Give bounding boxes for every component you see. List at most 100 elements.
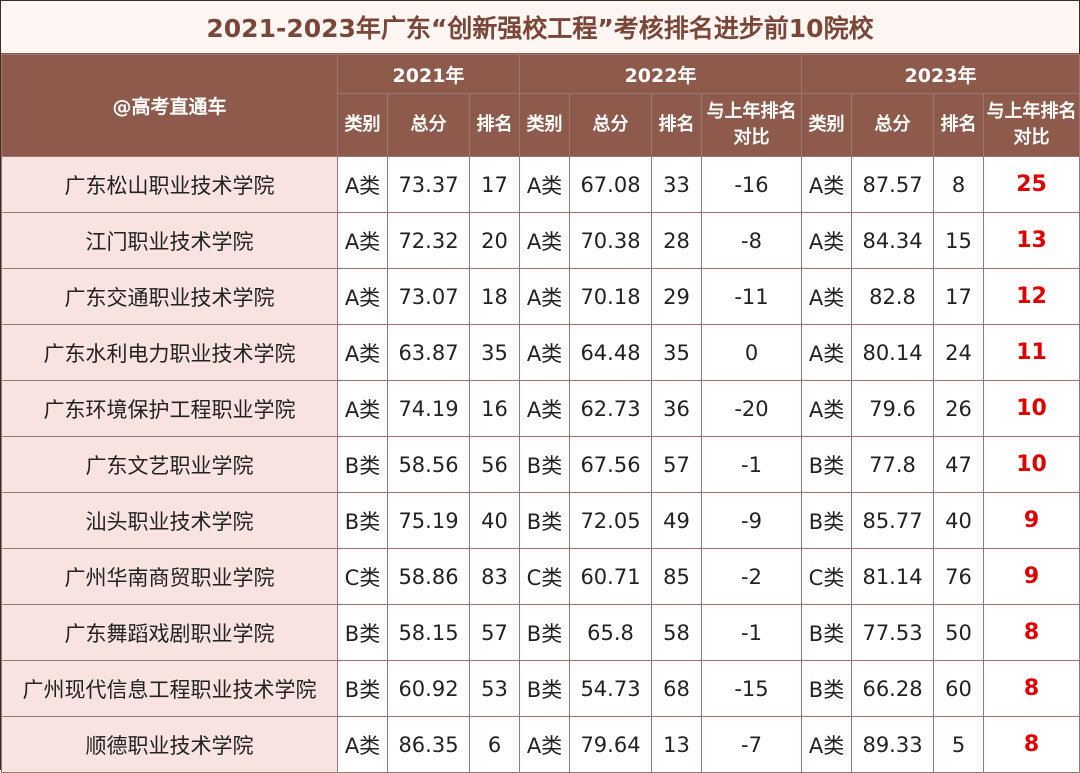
score-2021: 86.35 — [387, 716, 470, 773]
score-2021: 75.19 — [387, 492, 470, 549]
school-name: 广东松山职业技术学院 — [1, 156, 338, 213]
rank-change-2022: -8 — [700, 212, 803, 269]
score-2022: 64.48 — [569, 324, 652, 381]
school-name: 广东文艺职业学院 — [1, 436, 338, 493]
category-2023: A类 — [801, 156, 853, 213]
header-row-years: @高考直通车 2021年 2022年 2023年 — [1, 54, 1080, 157]
rank-2021: 17 — [469, 156, 520, 213]
category-2021: A类 — [337, 268, 388, 325]
score-2022: 65.8 — [569, 604, 652, 661]
rank-change-2022: -1 — [700, 604, 803, 661]
rank-2022: 68 — [651, 660, 702, 717]
rank-change-2023: 10 — [983, 436, 1080, 493]
rank-2022: 35 — [651, 324, 702, 381]
col-category-2023: 类别 — [801, 93, 853, 157]
rank-2023: 76 — [933, 548, 985, 605]
col-rank-2023: 排名 — [933, 93, 985, 157]
category-2023: A类 — [801, 268, 853, 325]
score-2023: 79.6 — [851, 380, 935, 437]
year-2021-header: 2021年 — [337, 54, 520, 94]
table-row: 汕头职业技术学院 B类 75.19 40 B类 72.05 49 -9 B类 85.77 40 9 — [1, 492, 1080, 549]
rank-2022: 58 — [651, 604, 702, 661]
col-rank-2021: 排名 — [469, 93, 520, 157]
rank-change-2023: 13 — [983, 212, 1080, 269]
category-2023: B类 — [801, 436, 853, 493]
category-2022: A类 — [519, 716, 570, 773]
rank-change-2023: 9 — [983, 548, 1080, 605]
score-2022: 70.18 — [569, 268, 652, 325]
school-name: 江门职业技术学院 — [1, 212, 338, 269]
table-body: 广东松山职业技术学院 A类 73.37 17 A类 67.08 33 -16 A类 87.57 8 2… — [1, 156, 1080, 773]
rank-2022: 49 — [651, 492, 702, 549]
rank-2021: 57 — [469, 604, 520, 661]
page-title: 2021-2023年广东“创新强校工程”考核排名进步前10院校 — [1, 1, 1079, 54]
score-2021: 74.19 — [387, 380, 470, 437]
score-2021: 58.15 — [387, 604, 470, 661]
rank-2022: 29 — [651, 268, 702, 325]
rank-change-2023: 11 — [983, 324, 1080, 381]
rank-change-2023: 12 — [983, 268, 1080, 325]
category-2022: A类 — [519, 380, 570, 437]
rank-2021: 35 — [469, 324, 520, 381]
rank-2023: 17 — [933, 268, 985, 325]
score-2023: 87.57 — [851, 156, 935, 213]
category-2021: A类 — [337, 324, 388, 381]
rank-change-2022: 0 — [700, 324, 803, 381]
category-2023: A类 — [801, 324, 853, 381]
score-2023: 66.28 — [851, 660, 935, 717]
school-name: 广东舞蹈戏剧职业学院 — [1, 604, 338, 661]
rank-2021: 20 — [469, 212, 520, 269]
rank-2021: 6 — [469, 716, 520, 773]
col-category-2022: 类别 — [519, 93, 570, 157]
rank-2021: 40 — [469, 492, 520, 549]
category-2021: A类 — [337, 212, 388, 269]
rank-2022: 85 — [651, 548, 702, 605]
rank-2023: 60 — [933, 660, 985, 717]
score-2023: 82.8 — [851, 268, 935, 325]
category-2022: B类 — [519, 436, 570, 493]
score-2022: 67.56 — [569, 436, 652, 493]
col-score-2022: 总分 — [569, 93, 652, 157]
col-score-2023: 总分 — [851, 93, 935, 157]
rank-change-2023: 25 — [983, 156, 1080, 213]
score-2022: 70.38 — [569, 212, 652, 269]
ranking-table: @高考直通车 2021年 2022年 2023年 类别 总分 排名 类别 总分 … — [1, 54, 1080, 773]
rank-change-2022: -15 — [700, 660, 803, 717]
rank-2023: 5 — [933, 716, 985, 773]
school-name: 广州现代信息工程职业技术学院 — [1, 660, 338, 717]
score-2022: 54.73 — [569, 660, 652, 717]
category-2021: C类 — [337, 548, 388, 605]
table-row: 顺德职业技术学院 A类 86.35 6 A类 79.64 13 -7 A类 89.33 5 8 — [1, 716, 1080, 773]
category-2022: B类 — [519, 604, 570, 661]
score-2023: 80.14 — [851, 324, 935, 381]
table-row: 广东舞蹈戏剧职业学院 B类 58.15 57 B类 65.8 58 -1 B类 77.53 50 8 — [1, 604, 1080, 661]
category-2021: A类 — [337, 380, 388, 437]
rank-2021: 53 — [469, 660, 520, 717]
score-2021: 73.37 — [387, 156, 470, 213]
category-2021: B类 — [337, 604, 388, 661]
brand-label: @高考直通车 — [1, 54, 338, 157]
table-row: 广州华南商贸职业学院 C类 58.86 83 C类 60.71 85 -2 C类 81.14 76 9 — [1, 548, 1080, 605]
category-2021: A类 — [337, 156, 388, 213]
score-2022: 60.71 — [569, 548, 652, 605]
score-2021: 73.07 — [387, 268, 470, 325]
year-2022-header: 2022年 — [518, 54, 803, 94]
rank-2022: 33 — [651, 156, 702, 213]
category-2022: A类 — [519, 268, 570, 325]
rank-change-2023: 9 — [983, 492, 1080, 549]
category-2022: A类 — [519, 212, 570, 269]
rank-2023: 50 — [933, 604, 985, 661]
score-2023: 85.77 — [851, 492, 935, 549]
table-row: 广州现代信息工程职业技术学院 B类 60.92 53 B类 54.73 68 -15 B类 66.… — [1, 660, 1080, 717]
table-row: 广东交通职业技术学院 A类 73.07 18 A类 70.18 29 -11 A类 82.8 17 1… — [1, 268, 1080, 325]
rank-2023: 24 — [933, 324, 985, 381]
rank-2021: 56 — [469, 436, 520, 493]
category-2023: A类 — [801, 716, 853, 773]
category-2022: B类 — [519, 492, 570, 549]
category-2021: B类 — [337, 492, 388, 549]
rank-2022: 36 — [651, 380, 702, 437]
rank-2023: 15 — [933, 212, 985, 269]
category-2021: A类 — [337, 716, 388, 773]
score-2022: 79.64 — [569, 716, 652, 773]
score-2023: 81.14 — [851, 548, 935, 605]
